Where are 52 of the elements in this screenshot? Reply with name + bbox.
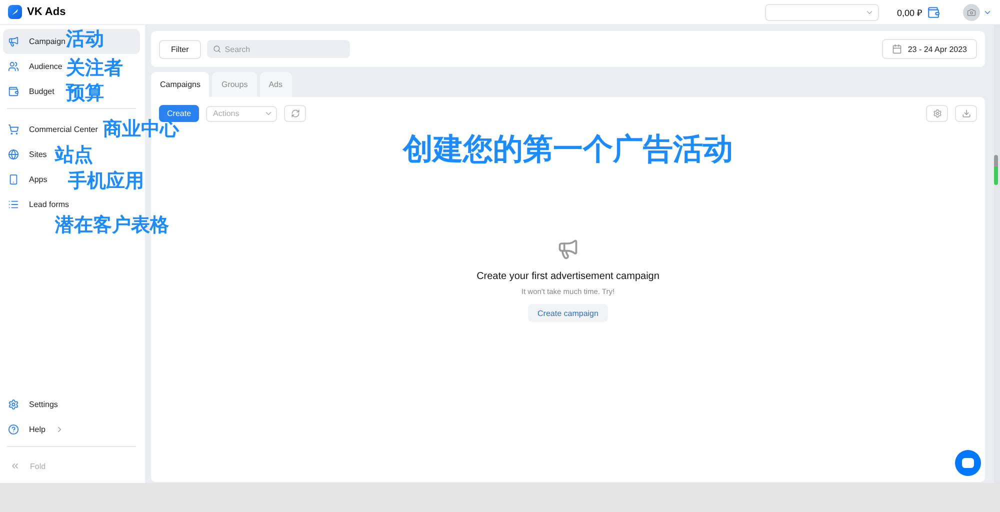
globe-icon <box>8 149 19 160</box>
empty-title: Create your first advertisement campaign <box>476 271 660 282</box>
tab[interactable]: Campaigns <box>151 72 210 97</box>
annotation-text: 手机应用 <box>68 172 144 191</box>
cart-icon <box>8 124 19 135</box>
annotation-text: 活动 <box>66 30 104 49</box>
settings-icon <box>932 109 942 118</box>
settings-button[interactable] <box>926 105 948 122</box>
nav-item[interactable]: Budget <box>3 79 56 104</box>
nav-item[interactable]: Commercial Center <box>3 117 100 142</box>
refresh-icon <box>290 109 300 118</box>
create-button[interactable]: Create <box>159 105 200 122</box>
help-icon <box>8 424 19 435</box>
nav-item[interactable]: Help <box>3 417 72 442</box>
chat-icon <box>962 458 974 468</box>
megaphone-icon <box>557 238 579 260</box>
annotation-text: 创建您的第一个广告活动 <box>403 135 733 165</box>
search-icon <box>212 45 221 53</box>
settings-icon <box>8 399 19 410</box>
download-icon <box>962 109 970 118</box>
wallet-icon <box>8 86 19 97</box>
chat-button[interactable] <box>955 450 981 476</box>
annotation-text: 潜在客户表格 <box>55 216 169 235</box>
wallet-icon[interactable] <box>927 6 940 18</box>
nav-item[interactable]: Audience <box>3 54 64 79</box>
chevron-down-icon <box>264 109 274 118</box>
nav-item[interactable]: Sites <box>3 142 49 167</box>
people-icon <box>8 61 19 72</box>
nav-item[interactable]: Settings <box>3 392 60 417</box>
annotation-text: 站点 <box>55 146 93 165</box>
refresh-button[interactable] <box>284 105 306 122</box>
actions-dropdown[interactable]: Actions <box>206 106 278 122</box>
annotation-text: 预算 <box>66 84 104 103</box>
megaphone-icon <box>8 36 19 47</box>
filter-button[interactable]: Filter <box>159 40 201 58</box>
nav-item[interactable]: Apps <box>3 167 50 192</box>
create-campaign-button[interactable]: Create campaign <box>528 304 608 322</box>
phone-icon <box>8 174 19 185</box>
annotation-text: 关注者 <box>66 59 123 78</box>
calendar-icon <box>892 44 902 54</box>
camera-icon <box>967 8 976 16</box>
scrollbar-thumb[interactable] <box>994 155 998 185</box>
download-button[interactable] <box>955 105 977 122</box>
avatar[interactable] <box>963 4 980 20</box>
balance: 0,00 ₽ <box>896 6 922 18</box>
date-range-button[interactable]: 23 - 24 Apr 2023 <box>882 39 977 59</box>
list-icon <box>8 199 19 210</box>
app-title: VK Ads <box>27 6 66 18</box>
search-field[interactable]: Search <box>206 40 350 58</box>
chevrons-left-icon <box>10 461 20 471</box>
annotation-text: 商业中心 <box>103 120 179 139</box>
logo-icon <box>8 5 22 19</box>
